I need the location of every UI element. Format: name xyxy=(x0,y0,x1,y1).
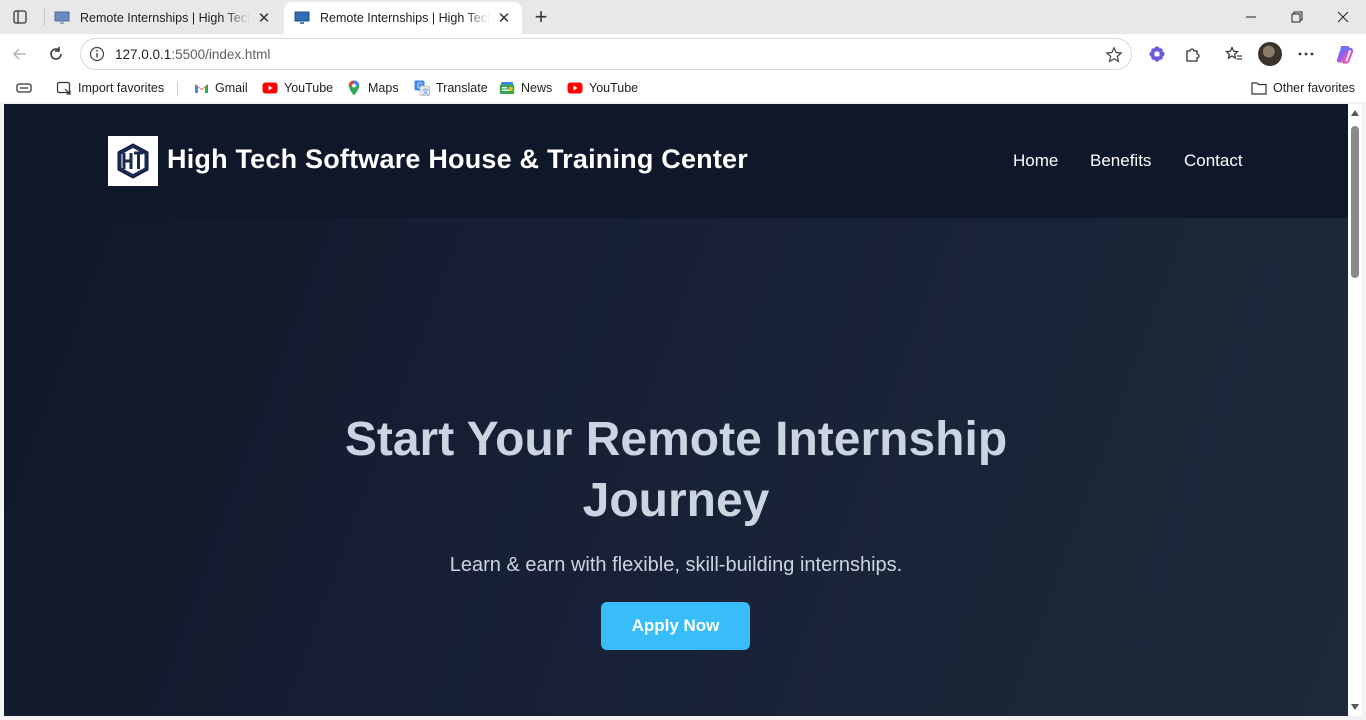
favorite-maps[interactable]: Maps xyxy=(346,79,399,97)
address-url: 127.0.0.1:5500/index.html xyxy=(115,46,271,62)
close-window-icon[interactable] xyxy=(1320,0,1366,34)
scroll-up-icon[interactable] xyxy=(1351,110,1359,116)
close-tab-icon[interactable]: ✕ xyxy=(496,10,512,27)
site-info-icon[interactable] xyxy=(89,46,105,62)
tab-actions-icon[interactable] xyxy=(8,5,32,29)
favorite-import[interactable]: Import favorites xyxy=(56,79,164,97)
news-icon xyxy=(499,80,515,96)
refresh-icon[interactable] xyxy=(42,40,70,68)
extensions-puzzle-icon[interactable] xyxy=(1179,40,1207,68)
restore-icon[interactable] xyxy=(1274,0,1320,34)
nav-contact[interactable]: Contact xyxy=(1184,151,1243,171)
copilot-icon[interactable] xyxy=(1330,40,1358,68)
svg-text:文: 文 xyxy=(422,87,429,96)
hero-subtitle: Learn & earn with flexible, skill-buildi… xyxy=(449,554,903,576)
site-brand-title[interactable]: High Tech Software House & Training Cent… xyxy=(167,144,748,175)
import-icon xyxy=(56,80,72,96)
page-viewport: High Tech Software House & Training Cent… xyxy=(4,104,1348,716)
monitor-favicon-icon xyxy=(54,11,70,24)
tab-group-icon[interactable] xyxy=(16,79,32,97)
favorite-label: News xyxy=(521,81,553,95)
address-bar[interactable]: 127.0.0.1:5500/index.html xyxy=(80,38,1132,70)
gmail-icon xyxy=(193,80,209,96)
youtube-icon xyxy=(262,80,278,96)
close-tab-icon[interactable]: ✕ xyxy=(256,10,272,27)
favorite-youtube[interactable]: YouTube xyxy=(262,79,333,97)
favorite-news[interactable]: News xyxy=(499,79,552,97)
site-logo[interactable] xyxy=(108,136,158,186)
back-icon[interactable] xyxy=(6,40,34,68)
nav-benefits[interactable]: Benefits xyxy=(1090,151,1151,171)
profile-avatar[interactable] xyxy=(1258,42,1282,66)
maps-icon xyxy=(346,80,362,96)
favorite-label: Translate xyxy=(436,81,488,95)
tab-title: Remote Internships | High Tech So xyxy=(80,11,250,25)
extension-flower-icon[interactable] xyxy=(1143,40,1171,68)
favorites-divider xyxy=(177,81,178,96)
hero-title: Start Your Remote Internship Journey xyxy=(344,413,1008,527)
favorite-label: Import favorites xyxy=(78,81,165,95)
folder-icon xyxy=(1251,80,1267,96)
minimize-icon[interactable] xyxy=(1228,0,1274,34)
favorites-bar: Import favorites Gmail YouTube Maps G文 T… xyxy=(0,74,1366,102)
scroll-thumb[interactable] xyxy=(1351,126,1359,278)
browser-toolbar: 127.0.0.1:5500/index.html xyxy=(0,34,1366,74)
favorite-star-icon[interactable] xyxy=(1105,46,1123,64)
nav-home[interactable]: Home xyxy=(1013,151,1058,171)
ht-logo-icon xyxy=(117,143,149,179)
apply-now-button[interactable]: Apply Now xyxy=(601,602,750,650)
new-tab-icon[interactable]: + xyxy=(530,4,552,29)
favorite-label: Gmail xyxy=(215,81,248,95)
browser-tab-1[interactable]: Remote Internships | High Tech So ✕ xyxy=(44,2,282,34)
scroll-down-icon[interactable] xyxy=(1351,704,1359,710)
monitor-favicon-icon xyxy=(294,11,310,24)
favorite-youtube-2[interactable]: YouTube xyxy=(567,79,638,97)
translate-icon: G文 xyxy=(414,80,430,96)
favorite-label: Maps xyxy=(368,81,399,95)
favorite-translate[interactable]: G文 Translate xyxy=(414,79,488,97)
tab-title: Remote Internships | High Tech So xyxy=(320,11,490,25)
other-favorites-label: Other favorites xyxy=(1273,81,1355,95)
favorites-icon[interactable] xyxy=(1220,40,1248,68)
favorite-gmail[interactable]: Gmail xyxy=(193,79,248,97)
youtube-icon xyxy=(567,80,583,96)
site-header: High Tech Software House & Training Cent… xyxy=(4,104,1348,218)
other-favorites[interactable]: Other favorites xyxy=(1251,79,1355,97)
browser-tab-2[interactable]: Remote Internships | High Tech So ✕ xyxy=(284,2,522,34)
browser-tab-strip: Remote Internships | High Tech So ✕ Remo… xyxy=(0,0,1366,34)
page-scrollbar[interactable] xyxy=(1348,104,1362,716)
favorite-label: YouTube xyxy=(284,81,334,95)
favorite-label: YouTube xyxy=(589,81,639,95)
more-menu-icon[interactable] xyxy=(1292,40,1320,68)
